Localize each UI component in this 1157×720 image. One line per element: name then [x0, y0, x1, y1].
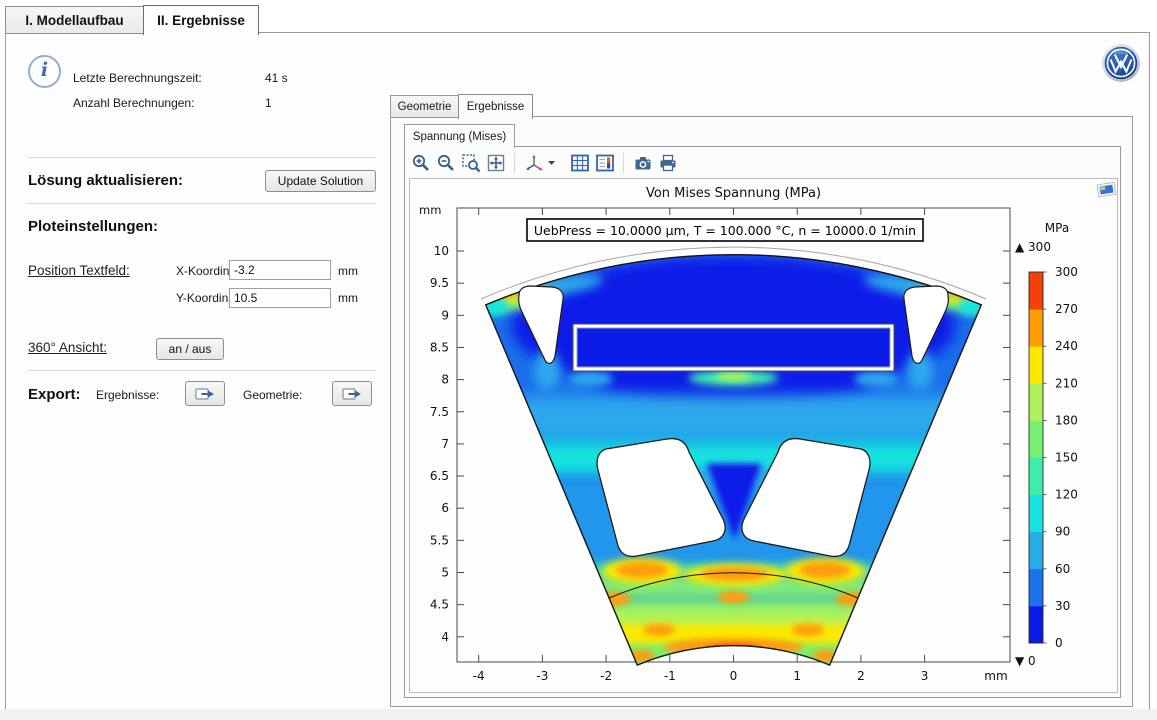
computation-count-label: Anzahl Berechnungen:	[73, 96, 194, 110]
svg-text:300: 300	[1055, 265, 1078, 279]
svg-text:180: 180	[1055, 413, 1078, 427]
view-360-toggle-button[interactable]: an / aus	[156, 338, 224, 360]
colorbar-max-marker: ▲ 300	[1015, 240, 1051, 254]
svg-text:-4: -4	[473, 669, 485, 683]
subtab-spannung-mises[interactable]: Spannung (Mises)	[404, 124, 515, 148]
default-3d-view-button[interactable]	[523, 153, 557, 174]
export-geometry-button[interactable]	[332, 381, 372, 406]
svg-text:-1: -1	[664, 669, 676, 683]
print-icon[interactable]	[657, 153, 678, 174]
svg-text:60: 60	[1055, 562, 1070, 576]
svg-text:3: 3	[921, 669, 929, 683]
svg-text:8.5: 8.5	[430, 340, 449, 354]
zoom-out-icon[interactable]	[435, 153, 456, 174]
textfield-position-label: Position Textfeld:	[28, 263, 130, 278]
svg-text:UebPress = 10.0000 µm, T = 100: UebPress = 10.0000 µm, T = 100.000 °C, n…	[534, 223, 916, 238]
stress-field	[469, 248, 999, 678]
svg-text:9: 9	[441, 308, 449, 322]
last-computation-value: 41 s	[265, 71, 288, 85]
parameter-annotation: UebPress = 10.0000 µm, T = 100.000 °C, n…	[527, 219, 923, 241]
svg-text:240: 240	[1055, 339, 1078, 353]
svg-text:270: 270	[1055, 302, 1078, 316]
toolbar-separator	[514, 153, 515, 173]
colorbar: MPa ▲ 300 ▼ 0 0 30 60 90 120 150 180 210 240 270 3…	[1015, 221, 1078, 668]
svg-text:1: 1	[793, 669, 801, 683]
graphics-tab-ergebnisse[interactable]: Ergebnisse	[458, 94, 533, 119]
info-icon: i	[28, 55, 61, 88]
magnet-slot	[573, 324, 894, 371]
svg-text:150: 150	[1055, 451, 1078, 465]
svg-text:7: 7	[441, 437, 449, 451]
toolbar-separator	[623, 153, 624, 173]
svg-text:5: 5	[441, 566, 449, 580]
export-results-button[interactable]	[185, 381, 225, 406]
svg-text:4.5: 4.5	[430, 598, 449, 612]
export-results-label: Ergebnisse:	[96, 388, 159, 402]
divider	[28, 370, 376, 371]
stress-plot[interactable]: Von Mises Spannung (MPa) mm mm -4 -3 -2 -1 0…	[409, 178, 1116, 691]
divider	[28, 157, 376, 158]
export-icon	[342, 386, 362, 402]
svg-text:10: 10	[434, 244, 449, 258]
tab-modellaufbau[interactable]: I. Modellaufbau	[5, 6, 144, 34]
window-bottom-strip	[0, 709, 1157, 720]
tab-ergebnisse[interactable]: II. Ergebnisse	[143, 5, 259, 35]
export-geometry-label: Geometrie:	[243, 388, 302, 402]
svg-text:5.5: 5.5	[430, 533, 449, 547]
y-axis-unit: mm	[419, 203, 441, 217]
graphics-tab-geometrie[interactable]: Geometrie	[390, 95, 459, 118]
svg-text:210: 210	[1055, 376, 1078, 390]
svg-text:120: 120	[1055, 488, 1078, 502]
svg-text:4: 4	[441, 630, 449, 644]
computation-count-value: 1	[265, 96, 272, 110]
last-computation-label: Letzte Berechnungszeit:	[73, 71, 202, 85]
export-heading: Export:	[28, 386, 81, 403]
vw-logo	[1101, 43, 1141, 83]
svg-text:6: 6	[441, 501, 449, 515]
dropdown-caret-icon	[548, 161, 555, 165]
svg-text:8: 8	[441, 373, 449, 387]
svg-text:0: 0	[730, 669, 738, 683]
view-360-label: 360° Ansicht:	[28, 340, 107, 355]
svg-text:0: 0	[1055, 636, 1063, 650]
svg-text:90: 90	[1055, 525, 1070, 539]
snapshot-icon[interactable]	[632, 153, 653, 174]
svg-text:6.5: 6.5	[430, 469, 449, 483]
graphics-toolbar	[410, 151, 1110, 175]
show-legend-icon[interactable]	[594, 153, 615, 174]
svg-text:30: 30	[1055, 599, 1070, 613]
svg-text:9.5: 9.5	[430, 276, 449, 290]
svg-text:-2: -2	[600, 669, 612, 683]
plot-settings-heading: Ploteinstellungen:	[28, 218, 158, 235]
divider	[28, 203, 376, 204]
zoom-extents-icon[interactable]	[485, 153, 506, 174]
plot-title: Von Mises Spannung (MPa)	[646, 186, 821, 201]
update-solution-heading: Lösung aktualisieren:	[28, 172, 183, 189]
x-axis-unit: mm	[984, 669, 1007, 683]
export-icon	[195, 386, 215, 402]
zoom-in-icon[interactable]	[410, 153, 431, 174]
x-coordinate-field[interactable]	[229, 260, 331, 280]
update-solution-button[interactable]: Update Solution	[265, 170, 376, 192]
show-grid-icon[interactable]	[569, 153, 590, 174]
zoom-box-icon[interactable]	[460, 153, 481, 174]
detach-graphics-icon[interactable]	[1096, 180, 1118, 199]
x-unit-label: mm	[338, 264, 358, 278]
colorbar-min-marker: ▼ 0	[1015, 654, 1036, 668]
y-unit-label: mm	[338, 291, 358, 305]
y-coordinate-field[interactable]	[229, 288, 331, 308]
svg-text:-3: -3	[536, 669, 548, 683]
svg-text:7.5: 7.5	[430, 405, 449, 419]
svg-text:2: 2	[857, 669, 865, 683]
colorbar-unit: MPa	[1045, 221, 1069, 235]
